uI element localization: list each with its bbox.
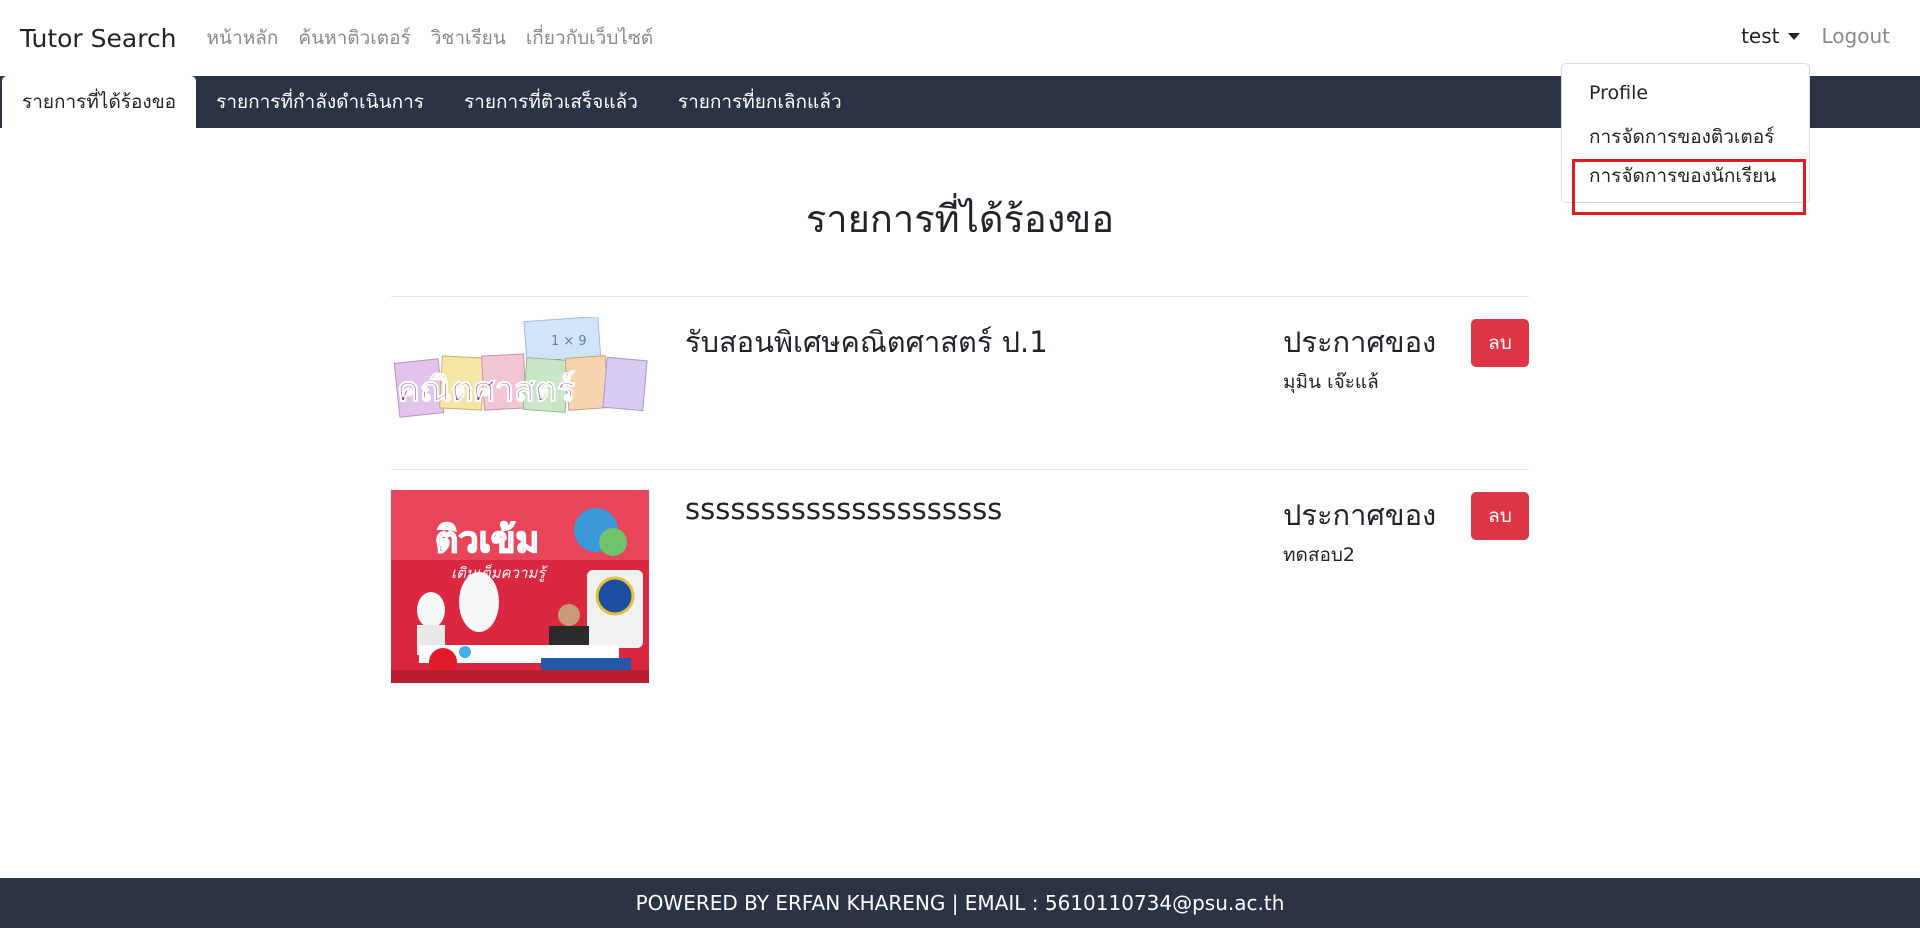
logout-link[interactable]: Logout xyxy=(1822,24,1890,48)
footer-text: POWERED BY ERFAN KHARENG | EMAIL : 56101… xyxy=(635,891,1285,915)
dropdown-item-profile[interactable]: Profile xyxy=(1589,82,1648,104)
course-thumbnail: 1 × 9 5 7 3 คณิตศาสตร์ xyxy=(391,317,649,427)
announced-by-label: ประกาศของ xyxy=(1283,498,1437,532)
nav-link-home[interactable]: หน้าหลัก xyxy=(207,23,279,53)
request-title: sssssssssssssssssssss xyxy=(685,492,1003,526)
course-thumbnail: ติวเข้ม เติมเต็มความรู้ xyxy=(391,490,649,683)
request-list: 1 × 9 5 7 3 คณิตศาสตร์ รับสอนพิเศษคณิตศา… xyxy=(391,296,1529,689)
tab-in-progress[interactable]: รายการที่กำลังดำเนินการ xyxy=(196,76,444,128)
page-title: รายการที่ได้ร้องขอ xyxy=(805,197,1115,241)
user-menu-toggle[interactable]: test xyxy=(1741,24,1800,48)
nav-right: test Logout xyxy=(1741,0,1890,72)
user-name: test xyxy=(1741,24,1780,48)
list-item: 1 × 9 5 7 3 คณิตศาสตร์ รับสอนพิเศษคณิตศา… xyxy=(391,296,1529,469)
announcer-name: มุมิน เจ๊ะแล้ xyxy=(1283,371,1379,393)
brand-link[interactable]: Tutor Search xyxy=(20,24,177,53)
delete-button[interactable]: ลบ xyxy=(1471,492,1529,540)
tab-cancelled[interactable]: รายการที่ยกเลิกแล้ว xyxy=(658,76,862,128)
tutoring-show-thumbnail-image: ติวเข้ม เติมเต็มความรู้ xyxy=(391,490,649,683)
nav-link-search-tutor[interactable]: ค้นหาติวเตอร์ xyxy=(298,23,410,53)
delete-button[interactable]: ลบ xyxy=(1471,319,1529,367)
math-thumbnail-image: 1 × 9 5 7 3 คณิตศาสตร์ xyxy=(391,317,649,427)
thumbnail-caption: ติวเข้ม xyxy=(435,520,539,561)
svg-text:1 × 9: 1 × 9 xyxy=(551,334,587,349)
main-nav: หน้าหลัก ค้นหาติวเตอร์ วิชาเรียน เกี่ยวก… xyxy=(207,23,654,53)
request-title: รับสอนพิเศษคณิตศาสตร์ ป.1 xyxy=(685,325,1048,359)
list-item: ติวเข้ม เติมเต็มความรู้ ssssssssssssssss… xyxy=(391,469,1529,689)
nav-link-subjects[interactable]: วิชาเรียน xyxy=(431,23,506,53)
dropdown-item-tutor-management[interactable]: การจัดการของติวเตอร์ xyxy=(1589,122,1774,152)
footer: POWERED BY ERFAN KHARENG | EMAIL : 56101… xyxy=(0,878,1920,928)
nav-link-about[interactable]: เกี่ยวกับเว็บไซต์ xyxy=(526,23,653,53)
thumbnail-subcaption: เติมเต็มความรู้ xyxy=(451,564,548,582)
caret-down-icon xyxy=(1787,32,1800,40)
announcer-name: ทดสอบ2 xyxy=(1283,544,1356,566)
tab-requested[interactable]: รายการที่ได้ร้องขอ xyxy=(2,76,197,128)
thumbnail-caption: คณิตศาสตร์ xyxy=(397,370,576,410)
tab-completed[interactable]: รายการที่ติวเสร็จแล้ว xyxy=(444,76,658,128)
announced-by-label: ประกาศของ xyxy=(1283,325,1437,359)
